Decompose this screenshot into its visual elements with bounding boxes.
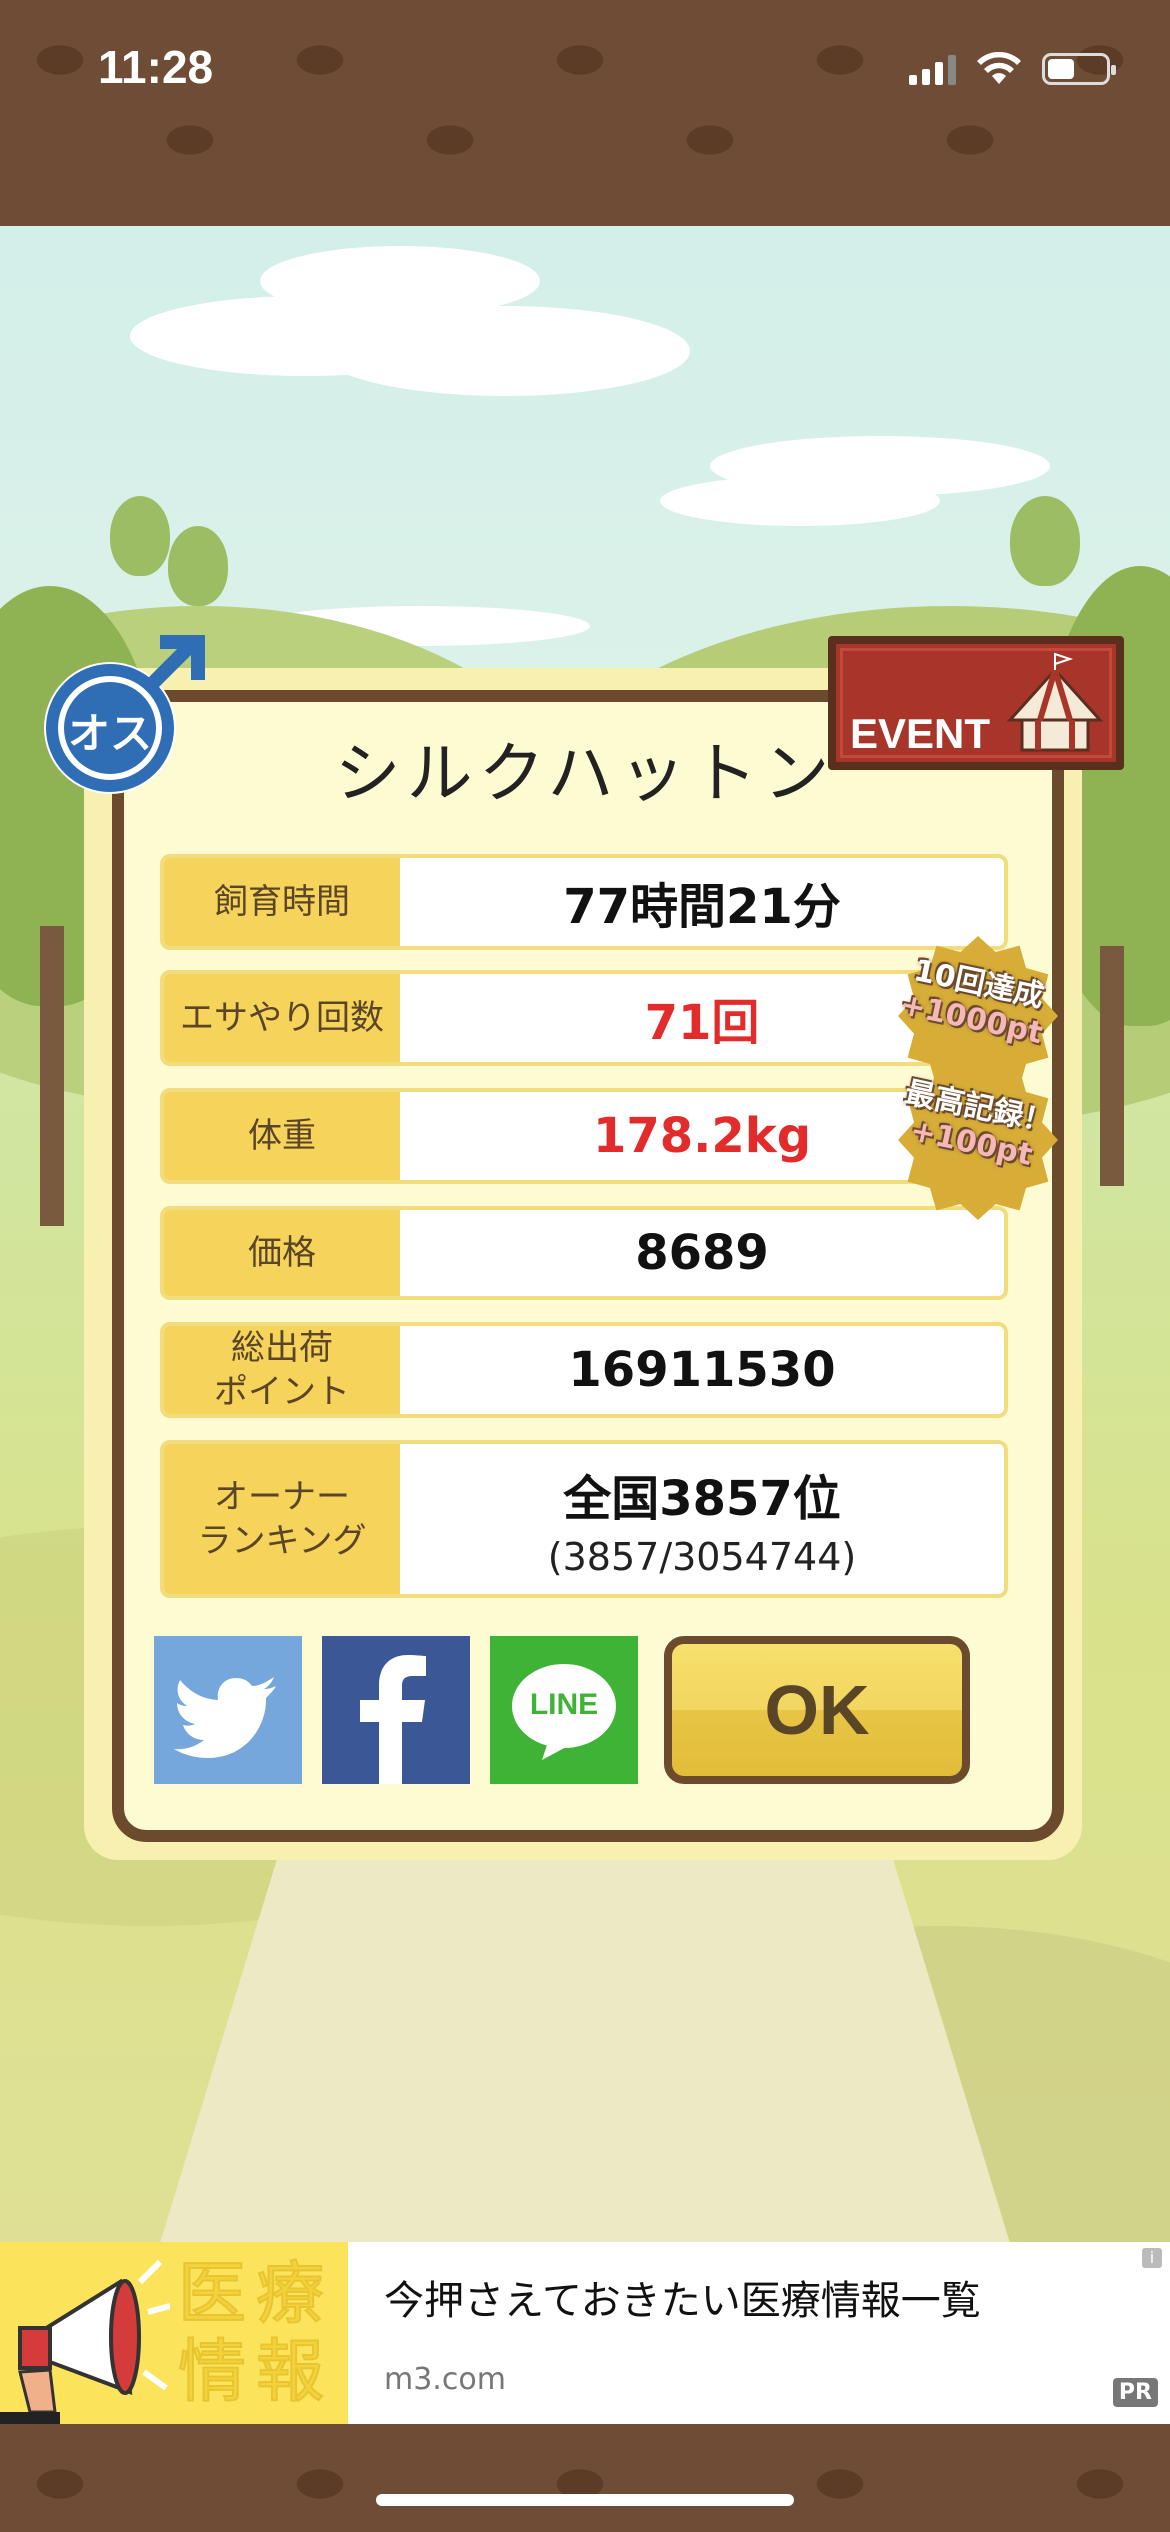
stat-row-total-points: 総出荷 ポイント 16911530 [160, 1322, 1008, 1418]
bottom-pattern-band [0, 2424, 1170, 2532]
stat-value: 77時間21分 [563, 879, 841, 935]
twitter-share-button[interactable] [154, 1636, 302, 1784]
ranking-value: 全国3857位 [563, 1471, 841, 1527]
stat-value: 8689 [635, 1225, 769, 1281]
stat-value-group: 全国3857位 (3857/3054744) [400, 1444, 1004, 1594]
ad-info-icon[interactable]: i [1142, 2248, 1162, 2268]
twitter-icon [174, 1677, 276, 1758]
cellular-signal-icon [909, 53, 956, 85]
wifi-icon [977, 52, 1021, 84]
ad-image-text: 医療 情報 [177, 2255, 334, 2413]
stat-row-owner-ranking: オーナー ランキング 全国3857位 (3857/3054744) [160, 1440, 1008, 1598]
ad-pr-badge: PR [1112, 2378, 1158, 2407]
stat-label: エサやり回数 [164, 974, 400, 1062]
line-share-button[interactable]: LINE [490, 1636, 638, 1784]
stat-row-breeding-time: 飼育時間 77時間21分 [160, 854, 1008, 950]
ad-banner[interactable]: 医療 情報 今押さえておきたい医療情報一覧 m3.com PR i [0, 2242, 1170, 2424]
stat-row-price: 価格 8689 [160, 1206, 1008, 1300]
stat-label: 価格 [164, 1210, 400, 1296]
line-label: LINE [529, 1688, 599, 1721]
stat-label: 総出荷 ポイント [164, 1326, 400, 1414]
pig-name-title: シルクハットン [334, 735, 836, 812]
ok-button[interactable]: OK [664, 1636, 970, 1784]
status-time: 11:28 [98, 41, 214, 93]
status-bar: 11:28 [0, 0, 1170, 226]
facebook-icon [360, 1655, 426, 1784]
stat-value: 16911530 [568, 1342, 836, 1398]
megaphone-icon [0, 2259, 170, 2424]
status-icons [909, 52, 1116, 86]
facebook-share-button[interactable] [322, 1636, 470, 1784]
stat-label: 飼育時間 [164, 858, 400, 946]
ad-title[interactable]: 今押さえておきたい医療情報一覧 [384, 2268, 981, 2326]
stat-label: 体重 [164, 1092, 400, 1180]
stat-label: オーナー ランキング [164, 1444, 400, 1594]
ad-domain: m3.com [384, 2362, 506, 2397]
home-indicator[interactable] [376, 2494, 794, 2506]
ranking-detail: (3857/3054744) [547, 1535, 857, 1579]
battery-icon [1042, 53, 1116, 85]
ad-image[interactable]: 医療 情報 [0, 2242, 348, 2424]
